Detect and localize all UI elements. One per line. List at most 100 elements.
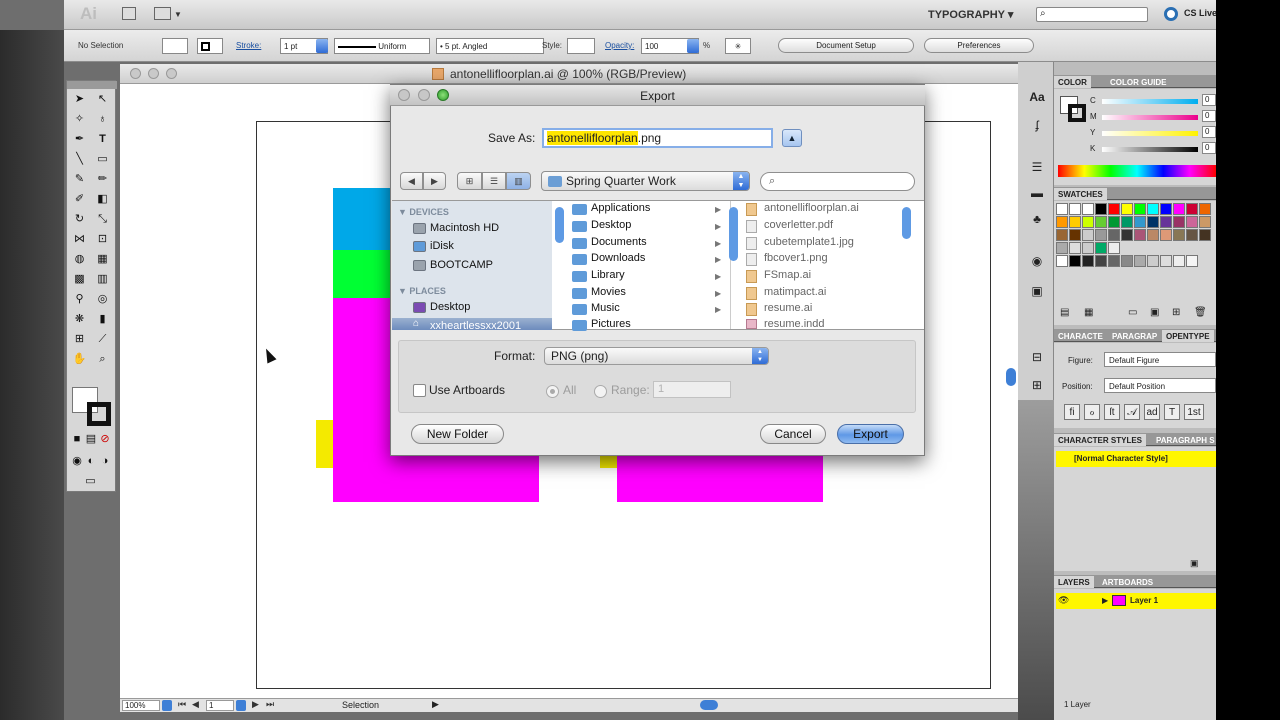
sidebar-scrollbar[interactable] bbox=[555, 207, 564, 243]
magenta-slider[interactable] bbox=[1102, 115, 1198, 120]
swatch-charcoal[interactable] bbox=[1121, 229, 1133, 241]
folder-column-scrollbar[interactable] bbox=[729, 207, 738, 261]
tab-artboards[interactable]: ARTBOARDS bbox=[1098, 576, 1157, 588]
chevron-down-icon[interactable]: ▼ bbox=[174, 10, 182, 19]
export-button[interactable]: Export bbox=[837, 424, 904, 444]
stroke-label[interactable]: Stroke: bbox=[236, 41, 261, 50]
preferences-button[interactable]: Preferences bbox=[924, 38, 1034, 53]
swatch-khaki[interactable] bbox=[1173, 229, 1185, 241]
rectangle-tool-icon[interactable]: ▭ bbox=[93, 151, 112, 167]
black-value[interactable]: 0 bbox=[1202, 142, 1216, 154]
cs-live-label[interactable]: CS Live bbox=[1184, 8, 1216, 18]
folder-pictures[interactable]: Pictures bbox=[591, 318, 631, 329]
draw-normal-icon[interactable]: ◉ bbox=[70, 453, 84, 469]
list-view-button[interactable]: ☰ bbox=[482, 172, 506, 190]
zoom-level-field[interactable]: 100% bbox=[122, 700, 160, 711]
eyedropper-tool-icon[interactable]: ⚲ bbox=[70, 291, 89, 307]
stroke-weight-dropdown[interactable] bbox=[316, 39, 328, 53]
swatch-pattern-1[interactable] bbox=[1082, 242, 1094, 254]
character-panel-icon[interactable]: Aa bbox=[1028, 90, 1046, 106]
draw-inside-icon[interactable]: ◑ bbox=[98, 453, 112, 469]
swatch-registration[interactable] bbox=[1069, 203, 1081, 215]
draw-behind-icon[interactable]: ◐ bbox=[84, 453, 98, 469]
swatch-gray-5[interactable] bbox=[1121, 255, 1133, 267]
paragraph-panel-icon[interactable]: ☰ bbox=[1028, 160, 1046, 176]
select-similar-icon[interactable]: ✳ bbox=[725, 38, 751, 54]
color-spectrum-bar[interactable] bbox=[1058, 165, 1216, 177]
folder-documents[interactable]: Documents bbox=[591, 236, 647, 248]
bridge-icon[interactable] bbox=[122, 7, 136, 20]
none-mode-icon[interactable]: ⊘ bbox=[98, 431, 112, 447]
forward-button[interactable]: ▶ bbox=[423, 172, 446, 190]
swatch-forest[interactable] bbox=[1108, 216, 1120, 228]
previous-artboard-icon[interactable]: ◀ bbox=[192, 699, 199, 710]
folder-movies[interactable]: Movies bbox=[591, 286, 626, 298]
magenta-rectangle-left-bottom[interactable] bbox=[391, 452, 539, 502]
column-graph-tool-icon[interactable]: ▮ bbox=[93, 311, 112, 327]
first-artboard-icon[interactable]: ⏮ bbox=[178, 699, 186, 710]
all-radio[interactable] bbox=[546, 385, 559, 398]
range-radio[interactable] bbox=[594, 385, 607, 398]
document-setup-button[interactable]: Document Setup bbox=[778, 38, 914, 53]
use-artboards-label[interactable]: Use Artboards bbox=[429, 383, 505, 397]
swatch-cocoa[interactable] bbox=[1199, 229, 1211, 241]
discretionary-ligatures-icon[interactable]: ſt bbox=[1104, 404, 1120, 420]
workspace-switcher[interactable]: TYPOGRAPHY ▾ bbox=[928, 8, 1013, 21]
tab-swatches[interactable]: SWATCHES bbox=[1054, 188, 1107, 200]
new-swatch-icon[interactable]: ⊞ bbox=[1172, 307, 1180, 318]
tab-color[interactable]: COLOR bbox=[1054, 76, 1091, 88]
back-button[interactable]: ◀ bbox=[400, 172, 423, 190]
swatch-crimson[interactable] bbox=[1186, 203, 1198, 215]
stylistic-alternates-icon[interactable]: ad bbox=[1144, 404, 1160, 420]
swatch-light-gray[interactable] bbox=[1082, 229, 1094, 241]
file-item[interactable]: antonellifloorplan.ai bbox=[764, 202, 859, 214]
file-item[interactable]: FSmap.ai bbox=[764, 269, 811, 281]
line-segment-tool-icon[interactable]: ╲ bbox=[70, 151, 89, 167]
close-icon[interactable] bbox=[130, 68, 141, 79]
yellow-value[interactable]: 0 bbox=[1202, 126, 1216, 138]
swatch-gray[interactable] bbox=[1095, 229, 1107, 241]
swatch-gray-10[interactable] bbox=[1186, 255, 1198, 267]
folder-downloads[interactable]: Downloads bbox=[591, 252, 645, 264]
location-popup[interactable]: Spring Quarter Work ▲ ▼ bbox=[541, 171, 750, 191]
graphic-style-swatch[interactable] bbox=[567, 38, 595, 54]
selection-tool-icon[interactable]: ➤ bbox=[70, 91, 89, 107]
help-search-input[interactable]: ⌕ bbox=[1036, 7, 1148, 22]
yellow-slider[interactable] bbox=[1102, 131, 1198, 136]
use-artboards-checkbox[interactable] bbox=[413, 384, 426, 397]
perspective-grid-tool-icon[interactable]: ▦ bbox=[93, 251, 112, 267]
swatch-gray-3[interactable] bbox=[1095, 255, 1107, 267]
magenta-rectangle-left[interactable] bbox=[333, 298, 391, 502]
tab-paragraph-styles[interactable]: PARAGRAPH S bbox=[1152, 434, 1216, 446]
swatch-orange[interactable] bbox=[1199, 203, 1211, 215]
zoom-tool-icon[interactable]: ⌕ bbox=[93, 351, 112, 367]
swatch-blue[interactable] bbox=[1160, 203, 1172, 215]
free-transform-tool-icon[interactable]: ⊡ bbox=[93, 231, 112, 247]
status-menu-arrow-icon[interactable]: ▶ bbox=[432, 699, 439, 710]
swatch-gray-6[interactable] bbox=[1134, 255, 1146, 267]
swatch-gray-9[interactable] bbox=[1173, 255, 1185, 267]
slice-tool-icon[interactable]: ⟋ bbox=[93, 331, 112, 347]
horizontal-scrollbar-thumb[interactable] bbox=[700, 700, 718, 710]
swatch-gray-2[interactable] bbox=[1082, 255, 1094, 267]
tab-paragraph[interactable]: PARAGRAP bbox=[1108, 330, 1161, 342]
graphic-styles-panel-icon[interactable]: ▣ bbox=[1028, 284, 1046, 300]
symbol-sprayer-tool-icon[interactable]: ❋ bbox=[70, 311, 89, 327]
sidebar-item-home[interactable]: xxheartlessxx2001 bbox=[430, 318, 521, 330]
vertical-scrollbar-thumb[interactable] bbox=[1006, 368, 1016, 386]
swatch-gray-4[interactable] bbox=[1108, 255, 1120, 267]
cyan-slider[interactable] bbox=[1102, 99, 1198, 104]
transform-panel-icon[interactable]: ⊞ bbox=[1028, 378, 1046, 394]
swatch-navy[interactable] bbox=[1147, 216, 1159, 228]
hand-tool-icon[interactable]: ✋ bbox=[70, 351, 89, 367]
swatch-gray-1[interactable] bbox=[1069, 255, 1081, 267]
swatch-rose[interactable] bbox=[1186, 216, 1198, 228]
width-tool-icon[interactable]: ⋈ bbox=[70, 231, 89, 247]
swatch-gray-0[interactable] bbox=[1056, 255, 1068, 267]
format-popup[interactable]: PNG (png) ▲ ▼ bbox=[544, 347, 769, 365]
tab-character-styles[interactable]: CHARACTER STYLES bbox=[1054, 434, 1147, 446]
screen-mode-icon[interactable]: ▭ bbox=[81, 473, 100, 489]
swatch-yellow[interactable] bbox=[1121, 203, 1133, 215]
glyphs-panel-icon[interactable]: ʄ bbox=[1028, 118, 1046, 134]
new-style-icon[interactable]: ▣ bbox=[1190, 558, 1199, 569]
